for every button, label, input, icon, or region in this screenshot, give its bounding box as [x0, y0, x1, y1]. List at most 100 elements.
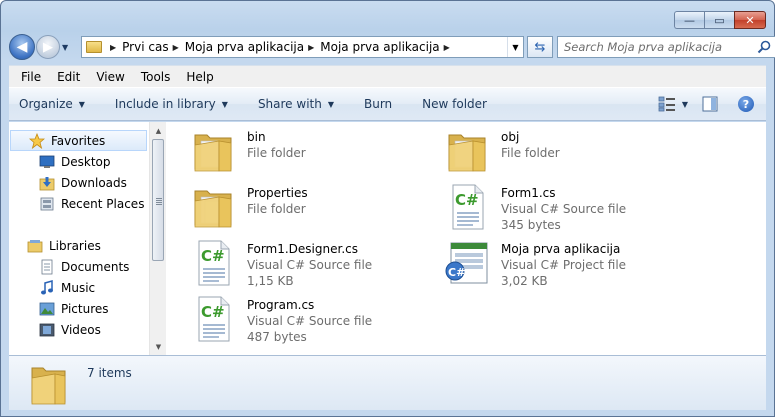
- search-icon[interactable]: [757, 40, 771, 54]
- sidebar-item-recent-places[interactable]: Recent Places: [9, 193, 149, 214]
- folder-icon: [86, 41, 102, 53]
- breadcrumb-separator-icon[interactable]: ▶: [308, 43, 314, 52]
- sidebar-item-documents[interactable]: Documents: [9, 256, 149, 277]
- list-item[interactable]: C# Form1.Designer.cs Visual C# Source fi…: [189, 239, 429, 291]
- view-options-dropdown[interactable]: ▼: [682, 100, 688, 109]
- downloads-icon: [39, 176, 55, 190]
- file-type: Visual C# Source file: [501, 202, 627, 216]
- breadcrumb-separator-icon[interactable]: ▶: [173, 43, 179, 52]
- forward-button[interactable]: ▶: [36, 35, 60, 59]
- list-item[interactable]: C# Program.cs Visual C# Source file 487 …: [189, 295, 429, 347]
- recent-pages-button[interactable]: ▼: [62, 43, 74, 52]
- forward-arrow-icon: ▶: [43, 39, 53, 55]
- scroll-up-button[interactable]: ▲: [150, 122, 167, 139]
- music-icon: [41, 279, 53, 294]
- sidebar-item-label: Music: [61, 280, 96, 295]
- sidebar-item-pictures[interactable]: Pictures: [9, 298, 149, 319]
- videos-icon: [39, 323, 55, 336]
- breadcrumb: ▶ Prvi cas ▶ Moja prva aplikacija ▶ Moja…: [106, 40, 456, 54]
- csharp-file-icon: C#: [198, 296, 230, 342]
- sidebar-item-favorites[interactable]: Favorites: [10, 130, 147, 151]
- burn-button[interactable]: Burn: [364, 97, 392, 111]
- file-type: Visual C# Project file: [501, 258, 627, 272]
- list-item[interactable]: C# Form1.cs Visual C# Source file 345 by…: [443, 183, 683, 235]
- sidebar-item-label: Libraries: [49, 238, 101, 253]
- file-name: Program.cs: [247, 298, 315, 312]
- favorites-group: Favorites Desktop Downloads Recent Place…: [9, 130, 149, 214]
- navigation-bar: ◀ ▶ ▼ ▶ Prvi cas ▶ Moja prva aplikacija …: [9, 33, 775, 61]
- svg-text:C#: C#: [201, 303, 225, 321]
- svg-text:C#: C#: [201, 247, 225, 265]
- desktop-icon: [39, 155, 55, 168]
- nav-pane-scrollbar[interactable]: ▲ ▼: [149, 122, 166, 355]
- chevron-down-icon: ▼: [327, 99, 334, 109]
- close-button[interactable]: ✕: [734, 11, 766, 29]
- folder-icon: [194, 190, 232, 228]
- file-size: 345 bytes: [501, 218, 561, 232]
- address-dropdown-button[interactable]: ▼: [507, 37, 523, 57]
- sidebar-item-libraries[interactable]: Libraries: [9, 235, 149, 256]
- folder-icon: [31, 367, 66, 405]
- minimize-button[interactable]: —: [674, 11, 704, 29]
- breadcrumb-separator-icon[interactable]: ▶: [110, 43, 116, 52]
- menu-edit[interactable]: Edit: [57, 70, 80, 84]
- command-bar: Organize ▼ Include in library ▼ Share wi…: [9, 87, 766, 121]
- sidebar-item-music[interactable]: Music: [9, 277, 149, 298]
- menu-help[interactable]: Help: [186, 70, 213, 84]
- list-item[interactable]: Properties File folder: [189, 183, 429, 235]
- pictures-icon: [39, 302, 55, 315]
- scroll-thumb[interactable]: [152, 139, 164, 261]
- menu-tools[interactable]: Tools: [141, 70, 171, 84]
- search-input[interactable]: [558, 40, 748, 54]
- new-folder-label: New folder: [422, 97, 487, 111]
- sidebar-item-videos[interactable]: Videos: [9, 319, 149, 340]
- breadcrumb-separator-icon[interactable]: ▶: [444, 43, 450, 52]
- sidebar-item-label: Desktop: [61, 154, 111, 169]
- list-item[interactable]: obj File folder: [443, 127, 683, 179]
- share-with-button[interactable]: Share with ▼: [258, 97, 334, 111]
- grip-icon: [156, 198, 162, 205]
- sidebar-item-downloads[interactable]: Downloads: [9, 172, 149, 193]
- sidebar-item-label: Videos: [61, 322, 101, 337]
- list-item[interactable]: C# Moja prva aplikacija Visual C# Projec…: [443, 239, 683, 291]
- breadcrumb-item[interactable]: Moja prva aplikacija: [185, 40, 304, 54]
- breadcrumb-item[interactable]: Moja prva aplikacija: [320, 40, 439, 54]
- maximize-button[interactable]: ▭: [704, 11, 734, 29]
- share-label: Share with: [257, 97, 322, 111]
- file-list: bin File folder obj File folder Properti…: [167, 122, 766, 355]
- sidebar-item-desktop[interactable]: Desktop: [9, 151, 149, 172]
- chevron-down-icon: ▼: [221, 99, 228, 109]
- help-icon[interactable]: ?: [738, 96, 754, 112]
- menu-view[interactable]: View: [96, 70, 124, 84]
- item-count: 7 items: [87, 366, 132, 380]
- folder-icon: [194, 134, 232, 172]
- menu-bar: File Edit View Tools Help: [9, 65, 766, 87]
- sidebar-item-label: Pictures: [61, 301, 109, 316]
- sidebar-item-label: Favorites: [51, 133, 106, 148]
- breadcrumb-item[interactable]: Prvi cas: [122, 40, 168, 54]
- include-label: Include in library: [114, 97, 216, 111]
- list-item[interactable]: bin File folder: [189, 127, 429, 179]
- address-bar[interactable]: ▶ Prvi cas ▶ Moja prva aplikacija ▶ Moja…: [81, 36, 524, 58]
- change-view-icon[interactable]: [658, 96, 676, 112]
- organize-button[interactable]: Organize ▼: [19, 97, 85, 111]
- file-name: Form1.Designer.cs: [247, 242, 358, 256]
- preview-pane-icon[interactable]: [702, 96, 718, 112]
- file-name: bin: [247, 130, 266, 144]
- scroll-down-button[interactable]: ▼: [150, 338, 167, 355]
- include-in-library-button[interactable]: Include in library ▼: [115, 97, 228, 111]
- libraries-group: Libraries Documents Music Pictures Video…: [9, 235, 149, 340]
- file-name: Properties: [247, 186, 308, 200]
- svg-text:C#: C#: [455, 191, 479, 209]
- csharp-file-icon: C#: [198, 240, 230, 286]
- folder-icon: [448, 134, 486, 172]
- menu-file[interactable]: File: [21, 70, 41, 84]
- refresh-button[interactable]: ⇆: [527, 36, 553, 58]
- back-button[interactable]: ◀: [9, 34, 35, 60]
- new-folder-button[interactable]: New folder: [422, 97, 487, 111]
- search-box: [557, 36, 775, 58]
- file-type: File folder: [501, 146, 560, 160]
- file-type: Visual C# Source file: [247, 258, 373, 272]
- sidebar-item-label: Documents: [61, 259, 130, 274]
- file-type: File folder: [247, 202, 306, 216]
